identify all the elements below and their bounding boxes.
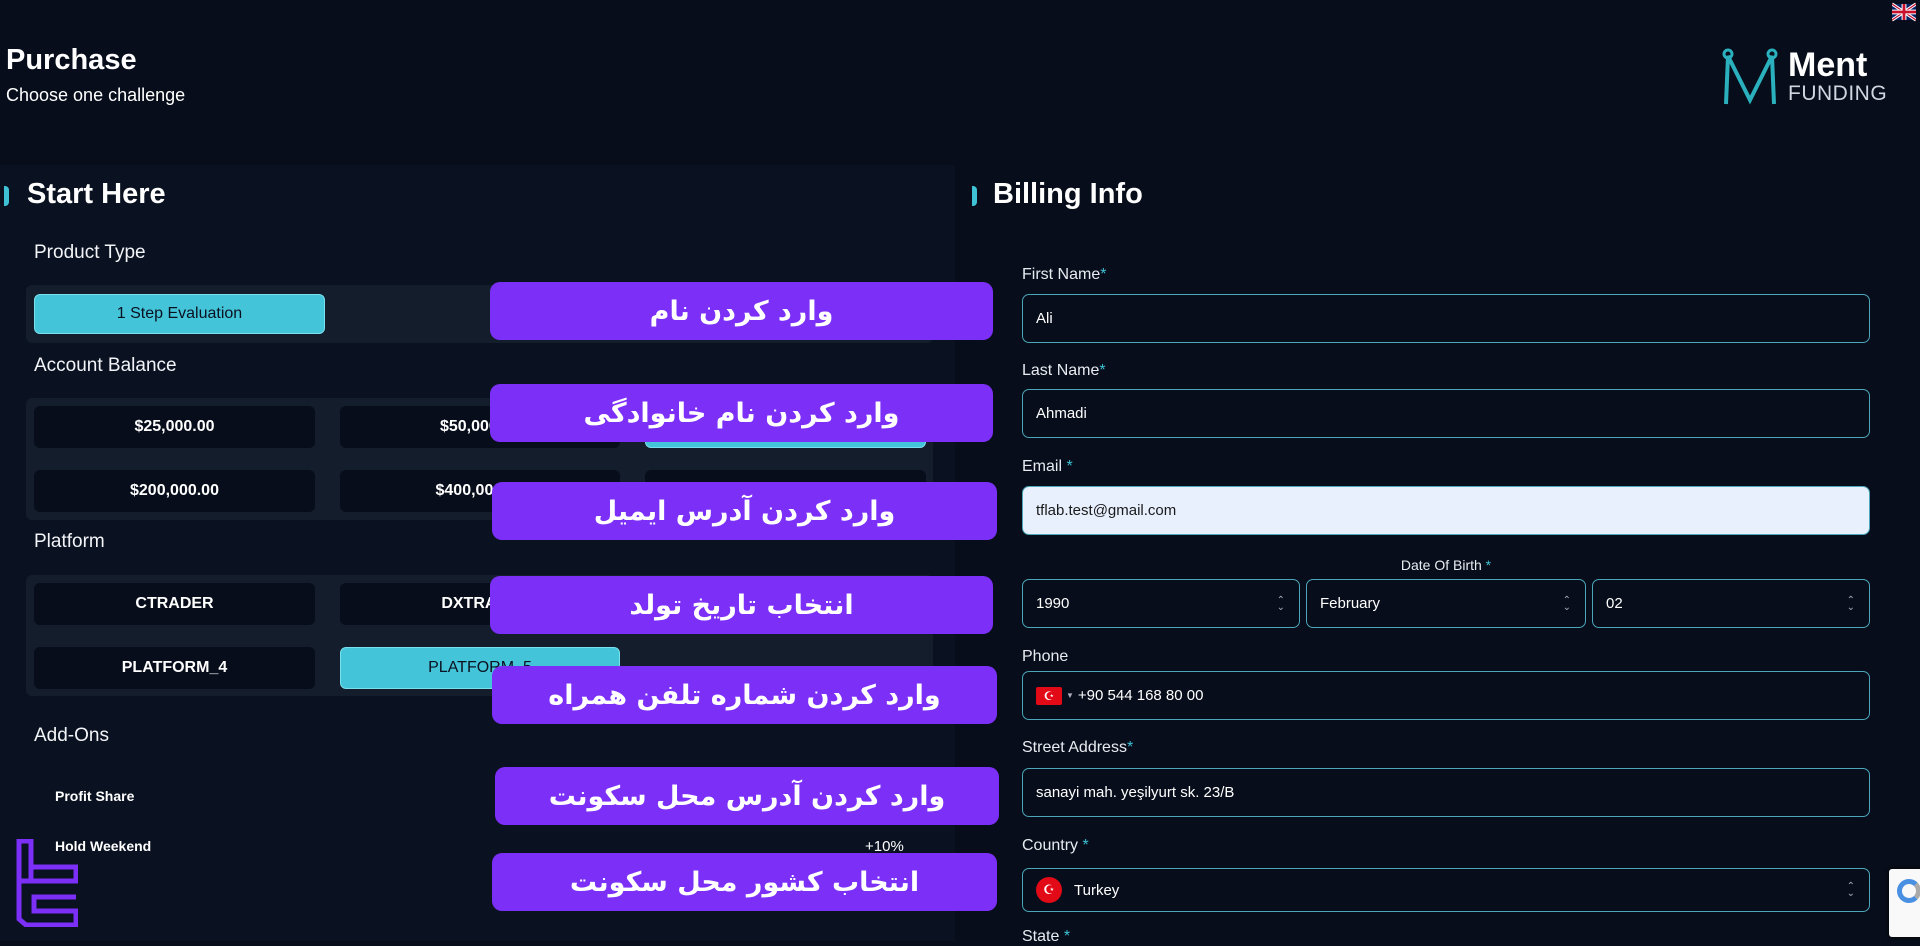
dob-day-select[interactable]: 02 ⌃ ⌄: [1592, 579, 1870, 628]
turkey-flag-icon: ☪: [1036, 877, 1062, 903]
start-here-title: Start Here: [27, 178, 166, 210]
annotation-last-name: وارد کردن نام خانوادگی: [490, 384, 993, 442]
recaptcha-icon: [1897, 879, 1920, 903]
page-title: Purchase: [6, 44, 137, 76]
platform-option-ctrader[interactable]: CTRADER: [34, 583, 315, 625]
ment-funding-logo[interactable]: Ment FUNDING: [1720, 46, 1890, 106]
annotation-first-name: وارد کردن نام: [490, 282, 993, 340]
country-select[interactable]: ☪ Turkey ⌃ ⌄: [1022, 868, 1870, 912]
phone-input[interactable]: ☪ ▼ +90 544 168 80 00: [1022, 671, 1870, 720]
recaptcha-badge[interactable]: [1889, 869, 1920, 937]
last-name-label: Last Name*: [1022, 362, 1106, 379]
annotation-email: وارد کردن آدرس ایمیل: [492, 482, 997, 540]
updown-chevron-icon: ⌃ ⌄: [1276, 594, 1285, 613]
platform-label: Platform: [34, 531, 105, 552]
addon-profit-share[interactable]: Profit Share: [55, 788, 134, 804]
logo-subtext: FUNDING: [1788, 82, 1888, 105]
updown-chevron-icon: ⌃ ⌄: [1846, 594, 1855, 613]
product-option-1-step[interactable]: 1 Step Evaluation: [34, 294, 325, 334]
dob-year-select[interactable]: 1990 ⌃ ⌄: [1022, 579, 1300, 628]
page-subtitle: Choose one challenge: [6, 85, 186, 105]
last-name-input[interactable]: Ahmadi: [1022, 389, 1870, 438]
annotation-address: وارد کردن آدرس محل سکونت: [495, 767, 999, 825]
watermark-logo-icon: [16, 838, 79, 928]
first-name-input[interactable]: Ali: [1022, 294, 1870, 343]
turkey-flag-icon[interactable]: ☪: [1036, 686, 1062, 705]
dob-label: Date Of Birth *: [1400, 557, 1492, 573]
dob-month-select[interactable]: February ⌃ ⌄: [1306, 579, 1586, 628]
country-label: Country *: [1022, 837, 1089, 854]
annotation-phone: وارد کردن شماره تلفن همراه: [492, 666, 997, 724]
annotation-country: انتخاب کشور محل سکونت: [492, 853, 997, 911]
addons-label: Add-Ons: [34, 725, 109, 746]
updown-chevron-icon: ⌃ ⌄: [1562, 594, 1571, 613]
section-accent: [972, 186, 977, 206]
annotation-dob: انتخاب تاریخ تولد: [490, 576, 993, 634]
email-label: Email *: [1022, 458, 1073, 475]
street-address-label: Street Address*: [1022, 739, 1134, 756]
logo-m-icon: [1722, 48, 1778, 105]
state-label: State *: [1022, 928, 1071, 945]
logo-text: Ment: [1788, 46, 1868, 84]
phone-label: Phone: [1022, 648, 1069, 665]
platform-option-4[interactable]: PLATFORM_4: [34, 647, 315, 689]
section-accent: [4, 186, 9, 206]
balance-option[interactable]: $200,000.00: [34, 470, 315, 512]
account-balance-label: Account Balance: [34, 355, 177, 376]
updown-chevron-icon: ⌃ ⌄: [1846, 881, 1855, 899]
balance-option[interactable]: $25,000.00: [34, 406, 315, 448]
street-address-input[interactable]: sanayi mah. yeşilyurt sk. 23/B: [1022, 768, 1870, 817]
uk-flag-icon[interactable]: [1891, 2, 1917, 22]
product-type-label: Product Type: [34, 242, 146, 263]
dropdown-arrow-icon[interactable]: ▼: [1066, 691, 1074, 700]
billing-info-title: Billing Info: [993, 178, 1143, 210]
email-input[interactable]: tflab.test@gmail.com: [1022, 486, 1870, 535]
first-name-label: First Name*: [1022, 266, 1107, 283]
